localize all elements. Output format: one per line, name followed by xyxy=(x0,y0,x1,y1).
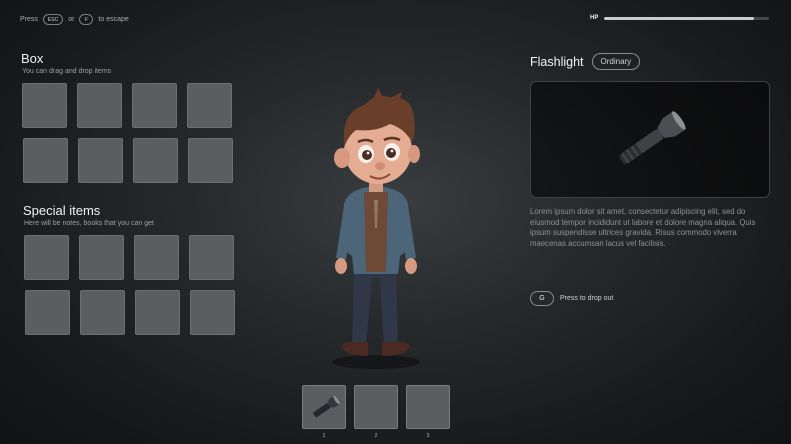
player-character xyxy=(332,88,420,369)
box-slot[interactable] xyxy=(132,83,177,128)
hotbar-number-2: 2 xyxy=(374,433,378,439)
hotbar-slot-2[interactable] xyxy=(354,385,398,429)
escape-hint: Press ESC or F to escape xyxy=(20,14,129,25)
rarity-badge: Ordinary xyxy=(591,53,641,70)
hint-or-text: or xyxy=(68,16,75,23)
hp-label: HP xyxy=(590,15,599,21)
drop-label: Press to drop out xyxy=(560,295,614,302)
special-slot[interactable] xyxy=(190,290,235,335)
item-header: Flashlight Ordinary xyxy=(530,53,641,70)
item-preview xyxy=(530,81,770,198)
box-subtitle: You can drag and drop items xyxy=(22,68,112,75)
hotbar-number-3: 3 xyxy=(426,433,430,439)
special-slot[interactable] xyxy=(134,235,179,280)
special-items-subtitle: Here will be notes, books that you can g… xyxy=(24,220,154,227)
hotbar-number-1: 1 xyxy=(322,433,326,439)
g-key-button[interactable]: G xyxy=(530,291,554,306)
special-slot[interactable] xyxy=(80,290,125,335)
box-slot[interactable] xyxy=(22,83,67,128)
box-slot[interactable] xyxy=(23,138,68,183)
hp-fill xyxy=(604,16,755,20)
hint-press-text: Press xyxy=(20,16,38,23)
hp-bar: HP xyxy=(590,15,770,21)
box-slot[interactable] xyxy=(188,138,233,183)
box-slot[interactable] xyxy=(133,138,178,183)
item-name: Flashlight xyxy=(530,54,584,69)
special-items-title: Special items xyxy=(23,203,101,218)
box-slot[interactable] xyxy=(187,83,232,128)
flashlight-icon xyxy=(619,111,686,165)
box-slot[interactable] xyxy=(77,83,122,128)
drop-action[interactable]: G Press to drop out xyxy=(530,291,613,306)
special-slot[interactable] xyxy=(25,290,70,335)
item-description: Lorem ipsum dolor sit amet, consectetur … xyxy=(530,207,756,248)
f-key-badge: F xyxy=(79,14,94,25)
special-slot[interactable] xyxy=(189,235,234,280)
hint-to-escape-text: to escape xyxy=(98,16,129,23)
hotbar-slot-3[interactable] xyxy=(406,385,450,429)
special-slot[interactable] xyxy=(79,235,124,280)
box-slot[interactable] xyxy=(78,138,123,183)
hotbar-slot-1[interactable] xyxy=(302,385,346,429)
hp-track xyxy=(604,16,770,20)
special-slot[interactable] xyxy=(24,235,69,280)
box-title: Box xyxy=(21,51,44,66)
special-slot[interactable] xyxy=(135,290,180,335)
flashlight-icon xyxy=(313,395,340,418)
esc-key-badge: ESC xyxy=(42,14,64,25)
